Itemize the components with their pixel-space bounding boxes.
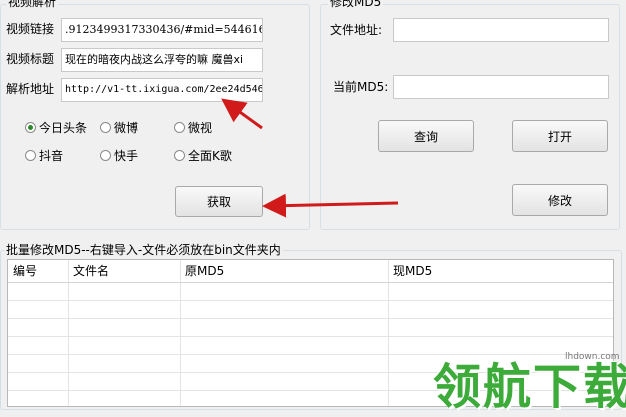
arrow-to-parse-address (221, 98, 263, 130)
arrow-to-fetch-button (262, 193, 399, 218)
annotation-arrows (221, 98, 399, 218)
